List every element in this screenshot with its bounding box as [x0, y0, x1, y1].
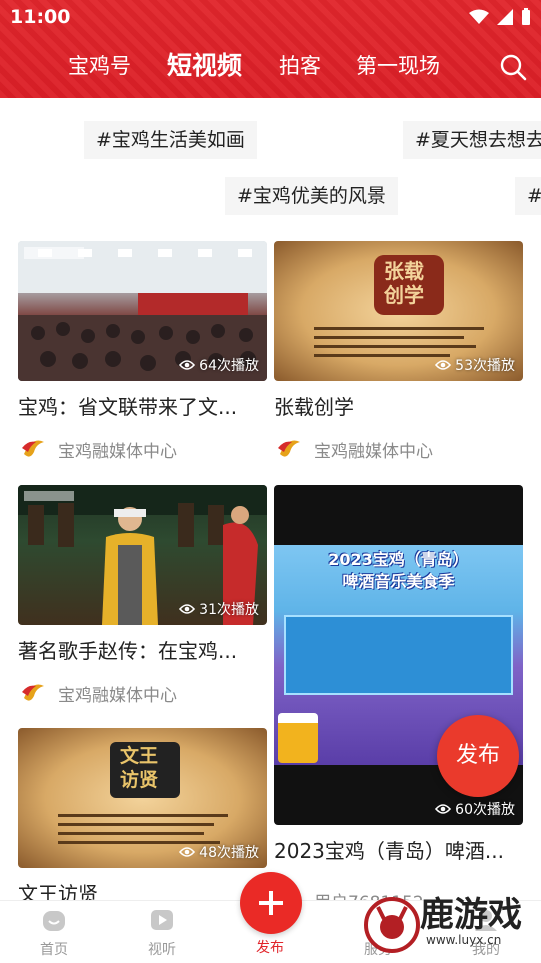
thumb-court	[284, 615, 513, 695]
topic-chip[interactable]: #夏天想去想去	[403, 121, 541, 159]
author-logo-icon	[22, 440, 44, 457]
eye-icon	[435, 360, 452, 370]
plus-icon	[259, 891, 283, 915]
author-name: 宝鸡融媒体中心	[314, 441, 433, 462]
play-count-text: 60次播放	[455, 802, 515, 818]
author-name: 宝鸡融媒体中心	[58, 441, 177, 462]
card-title[interactable]: 张载创学	[274, 391, 523, 420]
tab-pai-ke[interactable]: 拍客	[279, 50, 321, 80]
bottom-nav-label: 视听	[148, 942, 176, 958]
search-icon[interactable]	[499, 53, 527, 81]
eye-icon	[179, 847, 196, 857]
watermark-url: www.luyx.cn	[426, 933, 502, 947]
eye-icon	[179, 604, 196, 614]
card-author[interactable]: 宝鸡融媒体中心	[18, 434, 267, 464]
eye-icon	[435, 804, 452, 814]
card-author[interactable]: 宝鸡融媒体中心	[18, 678, 267, 708]
play-count-text: 53次播放	[455, 358, 515, 374]
watermark: 鹿游戏 www.luyx.cn	[360, 885, 541, 963]
home-icon	[43, 911, 65, 931]
bottom-nav-home[interactable]: 首页	[24, 907, 84, 959]
bottom-nav-publish[interactable]: 发布	[240, 937, 300, 957]
play-count-text: 48次播放	[199, 845, 259, 861]
card-title[interactable]: 著名歌手赵传：在宝鸡...	[18, 635, 267, 664]
topic-chip[interactable]: #宝鸡生活美如画	[84, 121, 257, 159]
video-icon	[151, 910, 173, 930]
play-count: 60次播放	[435, 799, 515, 819]
card-author[interactable]: 宝鸡融媒体中心	[274, 434, 523, 464]
header: 11:00 宝鸡号 短视频 拍客 第一现场	[0, 0, 541, 98]
topic-chip[interactable]: #	[515, 177, 541, 215]
bottom-nav-video[interactable]: 视听	[132, 907, 192, 959]
video-card[interactable]: 文王 访贤 48次播放 文王访贤	[18, 728, 267, 907]
bottom-nav-label: 首页	[40, 942, 68, 958]
play-count: 53次播放	[435, 355, 515, 375]
tab-first-scene[interactable]: 第一现场	[356, 50, 440, 80]
video-card[interactable]: 张载 创学 53次播放 张载创学 宝鸡融媒体中心	[274, 241, 523, 464]
publish-fab[interactable]: 发布	[437, 715, 519, 797]
add-post-button[interactable]	[240, 872, 302, 934]
video-thumbnail[interactable]: 31次播放	[18, 485, 267, 625]
author-name: 宝鸡融媒体中心	[58, 685, 177, 706]
video-thumbnail[interactable]: 张载 创学 53次播放	[274, 241, 523, 381]
play-count: 31次播放	[179, 599, 259, 619]
thumb-heading-text: 文王 访贤	[120, 745, 159, 791]
play-count: 48次播放	[179, 842, 259, 862]
nav-tabs: 宝鸡号 短视频 拍客 第一现场	[0, 46, 541, 86]
video-thumbnail[interactable]: 64次播放	[18, 241, 267, 381]
play-count: 64次播放	[179, 355, 259, 375]
bottom-nav-label: 发布	[256, 940, 284, 956]
author-logo-icon	[278, 440, 300, 457]
video-card[interactable]: 31次播放 著名歌手赵传：在宝鸡... 宝鸡融媒体中心	[18, 485, 267, 708]
card-title[interactable]: 宝鸡：省文联带来了文...	[18, 391, 267, 420]
status-bar: 11:00	[0, 0, 541, 36]
play-count-text: 64次播放	[199, 358, 259, 374]
battery-icon	[522, 8, 530, 25]
status-icons	[469, 8, 531, 26]
topic-chip[interactable]: #宝鸡优美的风景	[225, 177, 398, 215]
eye-icon	[179, 360, 196, 370]
video-thumbnail[interactable]: 文王 访贤 48次播放	[18, 728, 267, 868]
video-card[interactable]: 2023宝鸡（青岛） 啤酒音乐美食季 60次播放 2023宝鸡（青岛）啤酒...…	[274, 485, 523, 913]
play-count-text: 31次播放	[199, 602, 259, 618]
tab-short-video[interactable]: 短视频	[167, 46, 242, 82]
status-time: 11:00	[10, 6, 71, 28]
deer-logo-icon	[364, 897, 420, 953]
thumb-banner: 2023宝鸡（青岛） 啤酒音乐美食季	[328, 550, 469, 591]
author-logo-icon	[22, 684, 44, 701]
signal-icon	[497, 9, 513, 25]
thumb-heading-text: 张载 创学	[384, 259, 424, 307]
wifi-icon	[469, 9, 489, 24]
app-screen: 11:00 宝鸡号 短视频 拍客 第一现场 #宝鸡生活美如画 #夏天想去想去 #…	[0, 0, 541, 963]
thumb-beer	[278, 713, 318, 763]
card-title[interactable]: 2023宝鸡（青岛）啤酒...	[274, 835, 523, 864]
watermark-text: 鹿游戏	[420, 895, 522, 935]
video-card[interactable]: 64次播放 宝鸡：省文联带来了文... 宝鸡融媒体中心	[18, 241, 267, 464]
tab-baoji-hao[interactable]: 宝鸡号	[68, 50, 131, 80]
